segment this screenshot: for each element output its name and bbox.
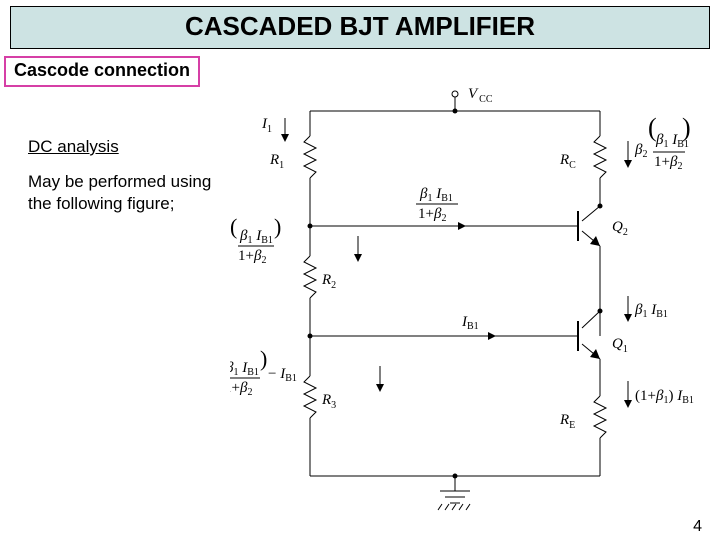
svg-text:): ) bbox=[274, 214, 281, 239]
section-heading: DC analysis bbox=[28, 136, 119, 157]
svg-text:β1 IB1: β1 IB1 bbox=[419, 186, 453, 204]
svg-text:Q2: Q2 bbox=[612, 219, 628, 238]
subtitle-box: Cascode connection bbox=[4, 56, 200, 87]
svg-text:1+β2: 1+β2 bbox=[418, 206, 446, 224]
svg-text:β1 IB1: β1 IB1 bbox=[634, 302, 668, 320]
svg-text:IB1: IB1 bbox=[461, 314, 479, 332]
svg-text:I1: I1 bbox=[261, 116, 272, 135]
svg-text:R2: R2 bbox=[321, 272, 336, 291]
svg-text:RC: RC bbox=[559, 152, 576, 171]
svg-text:VCC: VCC bbox=[468, 86, 493, 105]
circuit-diagram: VCC R1 I1 RC β2 ( ) β1 IB1 1+β2 bbox=[230, 76, 700, 536]
svg-text:(1+β1) IB1: (1+β1) IB1 bbox=[635, 388, 694, 406]
svg-text:R1: R1 bbox=[269, 152, 284, 171]
svg-text:): ) bbox=[682, 113, 691, 142]
svg-text:(: ( bbox=[230, 214, 237, 239]
svg-text:β2: β2 bbox=[634, 142, 647, 160]
svg-text:R3: R3 bbox=[321, 392, 336, 411]
svg-text:Q1: Q1 bbox=[612, 336, 628, 355]
slide: CASCADED BJT AMPLIFIER Cascode connectio… bbox=[0, 6, 720, 540]
svg-text:RE: RE bbox=[559, 412, 575, 431]
slide-title: CASCADED BJT AMPLIFIER bbox=[10, 6, 710, 49]
svg-text:): ) bbox=[260, 346, 267, 371]
svg-text:β1 IB1: β1 IB1 bbox=[230, 360, 259, 378]
svg-text:1+β2: 1+β2 bbox=[238, 248, 266, 266]
svg-text:− IB1: − IB1 bbox=[268, 366, 297, 384]
body-text: DC analysis May be performed using the f… bbox=[28, 136, 228, 214]
svg-text:β1 IB1: β1 IB1 bbox=[239, 228, 273, 246]
svg-text:1+β2: 1+β2 bbox=[230, 380, 252, 398]
svg-text:1+β2: 1+β2 bbox=[654, 154, 682, 172]
body-paragraph: May be performed using the following fig… bbox=[28, 172, 211, 212]
